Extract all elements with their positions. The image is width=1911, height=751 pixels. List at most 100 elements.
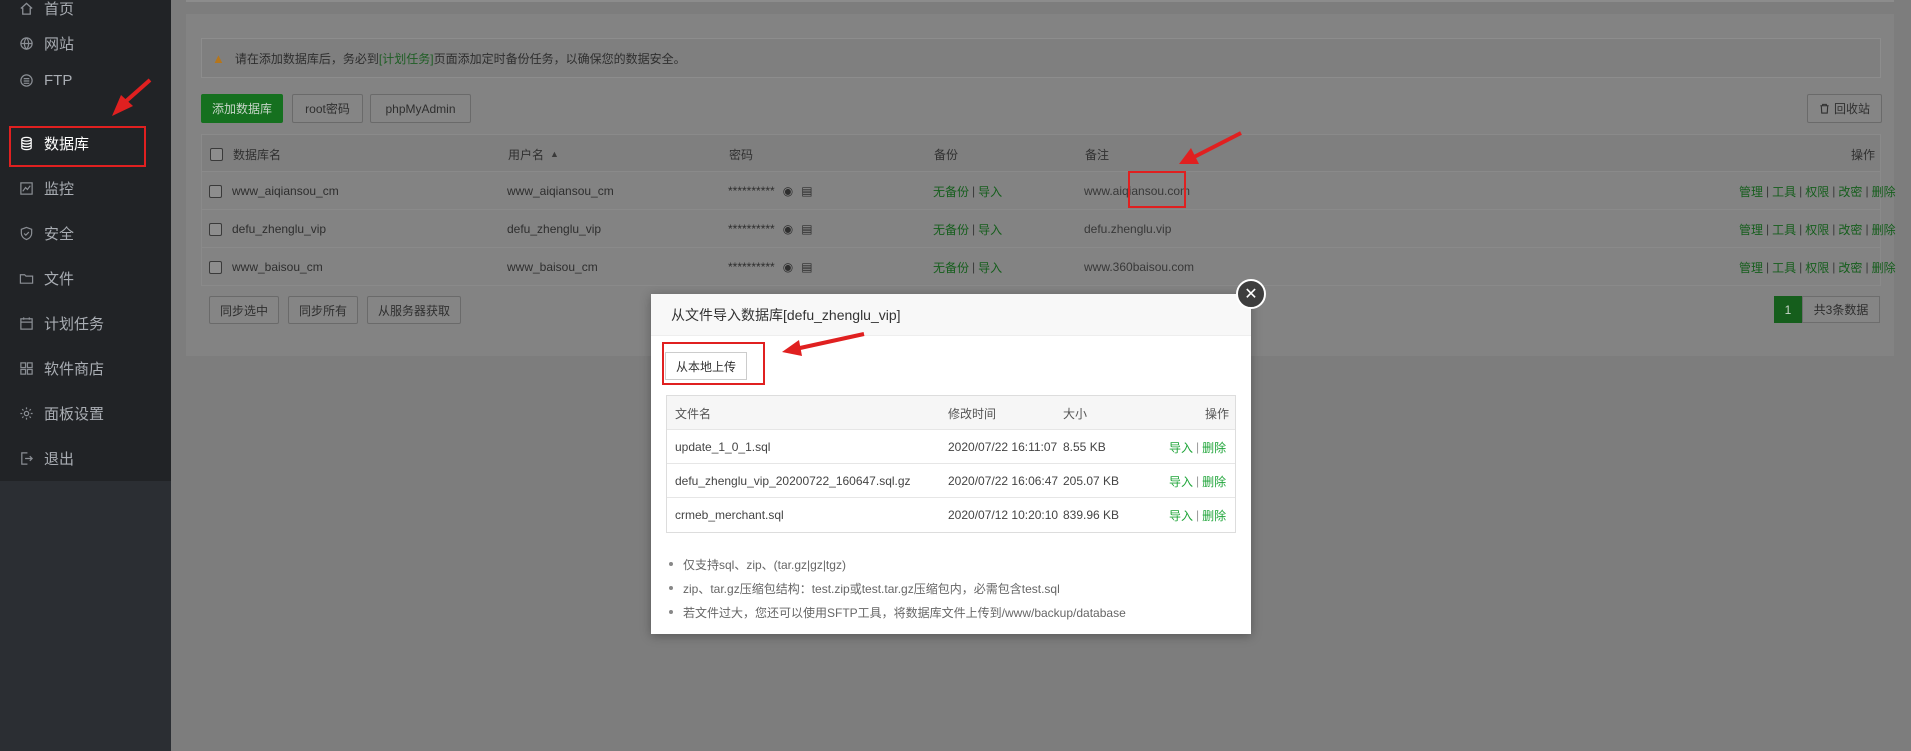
sidebar-item-label: 首页 <box>44 1 75 18</box>
manage-link[interactable]: 管理 <box>1739 183 1763 200</box>
file-table: 文件名 修改时间 大小 操作 update_1_0_1.sql 2020/07/… <box>666 395 1236 533</box>
eye-icon[interactable]: ◉ <box>783 184 793 198</box>
col-ops: 操作 <box>1851 147 1876 162</box>
sidebar-item-label: 退出 <box>44 451 75 468</box>
tools-link[interactable]: 工具 <box>1772 221 1796 238</box>
password-mask: ********** <box>728 260 775 274</box>
db-password: ********** ◉ ▤ <box>728 210 813 248</box>
change-password-link[interactable]: 改密 <box>1838 183 1862 200</box>
db-backup: 无备份 | 导入 <box>933 259 1003 276</box>
row-checkbox[interactable] <box>209 222 222 236</box>
delete-link[interactable]: 删除 <box>1872 183 1896 200</box>
sidebar-item-logout[interactable]: 退出 <box>0 436 171 481</box>
gear-icon <box>18 406 34 422</box>
sync-all-button[interactable]: 同步所有 <box>288 296 358 324</box>
permission-link[interactable]: 权限 <box>1805 221 1829 238</box>
file-name: defu_zhenglu_vip_20200722_160647.sql.gz <box>675 474 911 488</box>
backup-status[interactable]: 无备份 <box>933 221 969 238</box>
col-username-label: 用户名 <box>508 147 545 162</box>
eye-icon[interactable]: ◉ <box>783 222 793 236</box>
file-ops: 导入 | 删除 <box>1169 439 1227 456</box>
col-db-name[interactable]: 数据库名 <box>233 135 281 173</box>
sidebar-item-label: 网站 <box>44 36 75 53</box>
sidebar-item-store[interactable]: 软件商店 <box>0 346 171 391</box>
sidebar-item-files[interactable]: 文件 <box>0 256 171 301</box>
password-mask: ********** <box>728 184 775 198</box>
file-size: 8.55 KB <box>1063 440 1106 454</box>
import-tips: 仅支持sql、zip、(tar.gz|gz|tgz) zip、tar.gz压缩包… <box>666 552 1236 624</box>
col-backup: 备份 <box>934 147 959 162</box>
manage-link[interactable]: 管理 <box>1739 259 1763 276</box>
backup-status[interactable]: 无备份 <box>933 259 969 276</box>
db-password: ********** ◉ ▤ <box>728 172 813 210</box>
row-checkbox[interactable] <box>209 184 222 198</box>
cron-link[interactable]: [计划任务] <box>379 50 434 67</box>
db-name: www_aiqiansou_cm <box>232 184 339 198</box>
trash-icon <box>1820 103 1829 114</box>
tip-item: 仅支持sql、zip、(tar.gz|gz|tgz) <box>666 552 1236 576</box>
backup-status[interactable]: 无备份 <box>933 183 969 200</box>
import-link[interactable]: 导入 <box>978 183 1002 200</box>
permission-link[interactable]: 权限 <box>1805 259 1829 276</box>
delete-link[interactable]: 删除 <box>1872 221 1896 238</box>
sidebar-item-label: 安全 <box>44 226 75 243</box>
sidebar-item-monitor[interactable]: 监控 <box>0 166 171 211</box>
manage-link[interactable]: 管理 <box>1739 221 1763 238</box>
shield-icon <box>18 226 34 242</box>
change-password-link[interactable]: 改密 <box>1838 259 1862 276</box>
file-delete-link[interactable]: 删除 <box>1202 473 1226 490</box>
file-delete-link[interactable]: 删除 <box>1202 507 1226 524</box>
calendar-icon <box>18 316 34 332</box>
table-header: 数据库名 用户名 ▲ 密码 备份 备注 操作 <box>201 134 1881 172</box>
sync-selected-button[interactable]: 同步选中 <box>209 296 279 324</box>
row-checkbox[interactable] <box>209 260 222 274</box>
delete-link[interactable]: 删除 <box>1872 259 1896 276</box>
table-row: defu_zhenglu_vip defu_zhenglu_vip ******… <box>201 210 1896 248</box>
db-note[interactable]: defu.zhenglu.vip <box>1084 210 1171 248</box>
sidebar-item-label: 监控 <box>44 181 75 198</box>
col-username[interactable]: 用户名 ▲ <box>508 135 559 173</box>
eye-icon[interactable]: ◉ <box>783 260 793 274</box>
phpmyadmin-button[interactable]: phpMyAdmin <box>370 94 471 123</box>
permission-link[interactable]: 权限 <box>1805 183 1829 200</box>
root-password-button[interactable]: root密码 <box>292 94 363 123</box>
recycle-bin-label: 回收站 <box>1833 102 1870 116</box>
sidebar-item-label: FTP <box>44 72 73 89</box>
pagination-current[interactable]: 1 <box>1774 296 1802 323</box>
annotation-box-import <box>1128 171 1186 208</box>
file-delete-link[interactable]: 删除 <box>1202 439 1226 456</box>
sidebar-item-security[interactable]: 安全 <box>0 211 171 256</box>
db-user: defu_zhenglu_vip <box>507 222 602 236</box>
file-name: update_1_0_1.sql <box>675 440 771 454</box>
file-import-link[interactable]: 导入 <box>1169 439 1193 456</box>
notice-suffix: 页面添加定时备份任务，以确保您的数据安全。 <box>433 51 686 66</box>
sidebar-item-ftp[interactable]: FTP <box>0 58 171 103</box>
copy-icon[interactable]: ▤ <box>801 184 812 198</box>
file-mtime: 2020/07/22 16:06:47 <box>948 474 1059 488</box>
db-name: www_baisou_cm <box>232 260 323 274</box>
tools-link[interactable]: 工具 <box>1772 259 1796 276</box>
tools-link[interactable]: 工具 <box>1772 183 1796 200</box>
add-database-button[interactable]: 添加数据库 <box>201 94 283 123</box>
copy-icon[interactable]: ▤ <box>801 260 812 274</box>
close-icon[interactable]: ✕ <box>1236 279 1266 309</box>
row-ops: 管理 | 工具 | 权限 | 改密 | 删除 <box>1739 183 1896 200</box>
file-import-link[interactable]: 导入 <box>1169 473 1193 490</box>
db-note[interactable]: www.360baisou.com <box>1084 248 1194 286</box>
db-backup: 无备份 | 导入 <box>933 221 1003 238</box>
modal-title: 从文件导入数据库[defu_zhenglu_vip] <box>651 294 1251 336</box>
sidebar-item-label: 软件商店 <box>44 361 105 378</box>
import-link[interactable]: 导入 <box>978 221 1002 238</box>
change-password-link[interactable]: 改密 <box>1838 221 1862 238</box>
sidebar-item-settings[interactable]: 面板设置 <box>0 391 171 436</box>
fetch-from-server-button[interactable]: 从服务器获取 <box>367 296 461 324</box>
db-password: ********** ◉ ▤ <box>728 248 813 286</box>
file-mtime: 2020/07/22 16:11:07 <box>948 440 1058 454</box>
copy-icon[interactable]: ▤ <box>801 222 812 236</box>
recycle-bin-button[interactable]: 回收站 <box>1807 94 1882 123</box>
import-link[interactable]: 导入 <box>978 259 1002 276</box>
sidebar-item-cron[interactable]: 计划任务 <box>0 301 171 346</box>
select-all-checkbox[interactable] <box>210 147 223 161</box>
db-backup: 无备份 | 导入 <box>933 183 1003 200</box>
file-import-link[interactable]: 导入 <box>1169 507 1193 524</box>
